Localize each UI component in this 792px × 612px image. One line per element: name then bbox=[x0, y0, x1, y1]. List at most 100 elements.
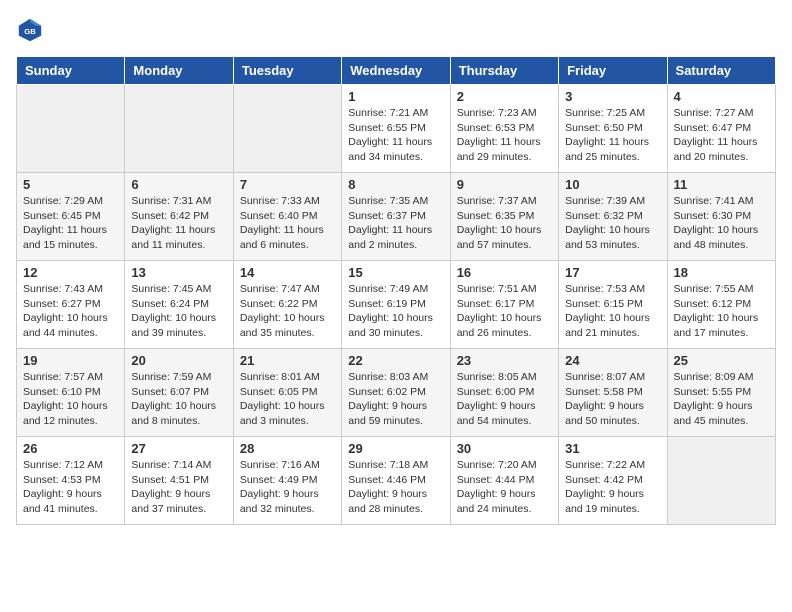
day-info: Daylight: 10 hours and 57 minutes. bbox=[457, 223, 552, 252]
day-header-thursday: Thursday bbox=[450, 57, 558, 85]
day-info: Sunrise: 7:41 AM bbox=[674, 194, 769, 209]
page-header: GB bbox=[16, 16, 776, 44]
day-info: Daylight: 10 hours and 53 minutes. bbox=[565, 223, 660, 252]
day-info: Sunrise: 7:27 AM bbox=[674, 106, 769, 121]
day-info: Sunrise: 7:20 AM bbox=[457, 458, 552, 473]
calendar-cell: 9Sunrise: 7:37 AMSunset: 6:35 PMDaylight… bbox=[450, 173, 558, 261]
calendar-cell: 21 Sunrise: 8:01 AMSunset: 6:05 PMDayligh… bbox=[233, 349, 341, 437]
day-info: Daylight: 10 hours and 44 minutes. bbox=[23, 311, 118, 340]
day-number: 29 bbox=[348, 441, 443, 456]
calendar-cell: 7Sunrise: 7:33 AMSunset: 6:40 PMDaylight… bbox=[233, 173, 341, 261]
day-info: Daylight: 11 hours and 15 minutes. bbox=[23, 223, 118, 252]
day-info: Sunset: 6:15 PM bbox=[565, 297, 660, 312]
day-number: 25 bbox=[674, 353, 769, 368]
day-info: Sunrise: 7:29 AM bbox=[23, 194, 118, 209]
day-info: Sunrise: 7:21 AM bbox=[348, 106, 443, 121]
calendar-cell: 2Sunrise: 7:23 AMSunset: 6:53 PMDaylight… bbox=[450, 85, 558, 173]
day-info: Daylight: 10 hours and 12 minutes. bbox=[23, 399, 118, 428]
day-info: Sunset: 4:49 PM bbox=[240, 473, 335, 488]
day-info: Daylight: 11 hours and 20 minutes. bbox=[674, 135, 769, 164]
calendar-cell: 20Sunrise: 7:59 AMSunset: 6:07 PMDayligh… bbox=[125, 349, 233, 437]
calendar-cell: 27Sunrise: 7:14 AMSunset: 4:51 PMDayligh… bbox=[125, 437, 233, 525]
day-info: Sunrise: 7:31 AM bbox=[131, 194, 226, 209]
calendar-cell: 4Sunrise: 7:27 AMSunset: 6:47 PMDaylight… bbox=[667, 85, 775, 173]
day-info: Sunrise: 7:37 AM bbox=[457, 194, 552, 209]
day-info: Sunset: 6:40 PM bbox=[240, 209, 335, 224]
calendar-cell: 28Sunrise: 7:16 AMSunset: 4:49 PMDayligh… bbox=[233, 437, 341, 525]
day-info: Sunrise: 8:03 AM bbox=[348, 370, 443, 385]
day-info: Daylight: 9 hours and 28 minutes. bbox=[348, 487, 443, 516]
day-info: Daylight: 10 hours and 26 minutes. bbox=[457, 311, 552, 340]
calendar-cell: 19Sunrise: 7:57 AMSunset: 6:10 PMDayligh… bbox=[17, 349, 125, 437]
calendar-cell bbox=[17, 85, 125, 173]
calendar-week-1: 5Sunrise: 7:29 AMSunset: 6:45 PMDaylight… bbox=[17, 173, 776, 261]
calendar-cell: 15Sunrise: 7:49 AMSunset: 6:19 PMDayligh… bbox=[342, 261, 450, 349]
day-info: Daylight: 10 hours and 39 minutes. bbox=[131, 311, 226, 340]
day-info: Daylight: 11 hours and 29 minutes. bbox=[457, 135, 552, 164]
calendar-cell: 1Sunrise: 7:21 AMSunset: 6:55 PMDaylight… bbox=[342, 85, 450, 173]
day-number: 21 bbox=[240, 353, 335, 368]
calendar-cell bbox=[667, 437, 775, 525]
day-number: 16 bbox=[457, 265, 552, 280]
day-info: Sunset: 5:58 PM bbox=[565, 385, 660, 400]
day-info: Sunrise: 7:59 AM bbox=[131, 370, 226, 385]
day-number: 3 bbox=[565, 89, 660, 104]
day-info: Daylight: 10 hours and 3 minutes. bbox=[240, 399, 335, 428]
logo-icon: GB bbox=[16, 16, 44, 44]
day-info: Sunrise: 8:05 AM bbox=[457, 370, 552, 385]
day-info: Sunset: 6:42 PM bbox=[131, 209, 226, 224]
calendar-week-2: 12Sunrise: 7:43 AMSunset: 6:27 PMDayligh… bbox=[17, 261, 776, 349]
day-info: Sunset: 6:35 PM bbox=[457, 209, 552, 224]
day-info: Sunset: 6:22 PM bbox=[240, 297, 335, 312]
day-number: 14 bbox=[240, 265, 335, 280]
day-info: Sunrise: 7:18 AM bbox=[348, 458, 443, 473]
day-number: 23 bbox=[457, 353, 552, 368]
calendar-cell: 11Sunrise: 7:41 AMSunset: 6:30 PMDayligh… bbox=[667, 173, 775, 261]
day-info: Daylight: 10 hours and 30 minutes. bbox=[348, 311, 443, 340]
day-info: Sunset: 6:17 PM bbox=[457, 297, 552, 312]
calendar-week-0: 1Sunrise: 7:21 AMSunset: 6:55 PMDaylight… bbox=[17, 85, 776, 173]
day-number: 17 bbox=[565, 265, 660, 280]
day-info: Sunset: 6:37 PM bbox=[348, 209, 443, 224]
calendar-cell: 31Sunrise: 7:22 AMSunset: 4:42 PMDayligh… bbox=[559, 437, 667, 525]
day-info: Daylight: 10 hours and 48 minutes. bbox=[674, 223, 769, 252]
day-number: 19 bbox=[23, 353, 118, 368]
calendar-cell: 10Sunrise: 7:39 AMSunset: 6:32 PMDayligh… bbox=[559, 173, 667, 261]
day-info: Sunrise: 7:53 AM bbox=[565, 282, 660, 297]
calendar-cell: 5Sunrise: 7:29 AMSunset: 6:45 PMDaylight… bbox=[17, 173, 125, 261]
day-info: Sunrise: 7:22 AM bbox=[565, 458, 660, 473]
day-info: Sunset: 5:55 PM bbox=[674, 385, 769, 400]
day-info: Sunset: 6:10 PM bbox=[23, 385, 118, 400]
day-info: Sunrise: 7:51 AM bbox=[457, 282, 552, 297]
day-info: Daylight: 9 hours and 54 minutes. bbox=[457, 399, 552, 428]
calendar-cell: 22Sunrise: 8:03 AMSunset: 6:02 PMDayligh… bbox=[342, 349, 450, 437]
day-info: Sunset: 4:53 PM bbox=[23, 473, 118, 488]
day-info: Daylight: 10 hours and 21 minutes. bbox=[565, 311, 660, 340]
day-info: Sunset: 6:00 PM bbox=[457, 385, 552, 400]
day-info: Sunrise: 7:35 AM bbox=[348, 194, 443, 209]
calendar: SundayMondayTuesdayWednesdayThursdayFrid… bbox=[16, 56, 776, 525]
day-number: 26 bbox=[23, 441, 118, 456]
calendar-cell bbox=[233, 85, 341, 173]
calendar-cell: 30Sunrise: 7:20 AMSunset: 4:44 PMDayligh… bbox=[450, 437, 558, 525]
day-info: Sunrise: 7:23 AM bbox=[457, 106, 552, 121]
day-info: Daylight: 10 hours and 8 minutes. bbox=[131, 399, 226, 428]
day-info: Sunrise: 7:49 AM bbox=[348, 282, 443, 297]
calendar-cell: 16 Sunrise: 7:51 AMSunset: 6:17 PMDayligh… bbox=[450, 261, 558, 349]
day-number: 6 bbox=[131, 177, 226, 192]
day-info: Sunset: 6:05 PM bbox=[240, 385, 335, 400]
day-info: Sunrise: 7:33 AM bbox=[240, 194, 335, 209]
day-header-tuesday: Tuesday bbox=[233, 57, 341, 85]
day-info: Sunrise: 8:01 AM bbox=[240, 370, 335, 385]
day-number: 13 bbox=[131, 265, 226, 280]
day-info: Sunset: 6:45 PM bbox=[23, 209, 118, 224]
day-info: Daylight: 11 hours and 34 minutes. bbox=[348, 135, 443, 164]
day-header-wednesday: Wednesday bbox=[342, 57, 450, 85]
calendar-cell: 26Sunrise: 7:12 AMSunset: 4:53 PMDayligh… bbox=[17, 437, 125, 525]
day-info: Daylight: 9 hours and 45 minutes. bbox=[674, 399, 769, 428]
calendar-week-3: 19Sunrise: 7:57 AMSunset: 6:10 PMDayligh… bbox=[17, 349, 776, 437]
calendar-cell: 14Sunrise: 7:47 AMSunset: 6:22 PMDayligh… bbox=[233, 261, 341, 349]
calendar-cell: 17 Sunrise: 7:53 AMSunset: 6:15 PMDayligh… bbox=[559, 261, 667, 349]
day-info: Sunrise: 7:14 AM bbox=[131, 458, 226, 473]
day-info: Sunset: 4:51 PM bbox=[131, 473, 226, 488]
